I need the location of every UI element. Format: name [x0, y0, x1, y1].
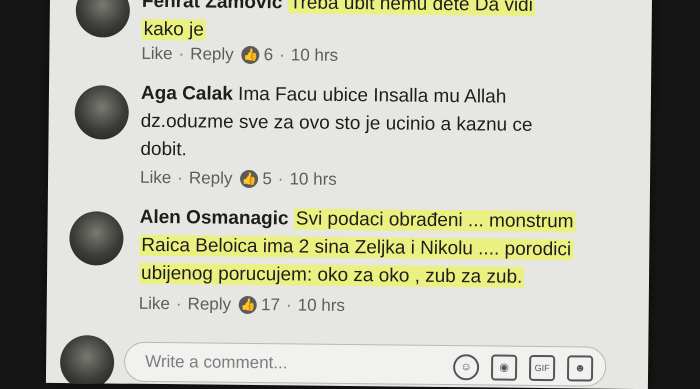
- comment-3: Alen Osmanagic Svi podaci obrađeni ... m…: [48, 203, 650, 315]
- smiley-icon[interactable]: ☺: [452, 354, 480, 381]
- reply-link[interactable]: Reply: [189, 168, 233, 188]
- reaction-like-icon[interactable]: 👍: [238, 295, 258, 315]
- comment-input-placeholder: Write a comment...: [145, 351, 288, 373]
- comment-body: Aga Calak Ima Facu ubice Insalla mu Alla…: [140, 80, 641, 169]
- comment-actions: Like · Reply 👍 5 · 10 hrs: [139, 167, 337, 189]
- reaction-like-icon[interactable]: 👍: [241, 45, 260, 65]
- comment-text: Raica Beloica ima 2 sina Zeljka i Nikolu…: [139, 234, 574, 261]
- timestamp[interactable]: 10 hrs: [298, 295, 345, 315]
- commenter-name[interactable]: Fehrat Zamovic: [142, 0, 283, 13]
- comment-thread: Fehrat Zamovic Treba ubit nemu dete Da v…: [45, 0, 653, 389]
- avatar[interactable]: [74, 85, 130, 140]
- comment-text: ubijenog porucujem: oko za oko , zub za …: [138, 262, 525, 288]
- commenter-name[interactable]: Aga Calak: [141, 83, 233, 105]
- comment-body: Fehrat Zamovic Treba ubit nemu dete Da v…: [141, 0, 642, 49]
- comment-actions: Like · Reply 👍 17 · 10 hrs: [138, 293, 346, 315]
- comment-actions: Like · Reply 👍 6 · 10 hrs: [141, 43, 339, 65]
- reaction-count[interactable]: 17: [261, 295, 280, 315]
- reaction-count[interactable]: 5: [262, 169, 272, 189]
- camera-icon[interactable]: ◉: [490, 354, 518, 381]
- comment-text: Treba ubit nemu dete Da vidi: [287, 0, 535, 16]
- timestamp[interactable]: 10 hrs: [291, 45, 338, 65]
- current-user-avatar: [59, 334, 115, 389]
- reaction-count[interactable]: 6: [264, 45, 274, 65]
- comment-body: Alen Osmanagic Svi podaci obrađeni ... m…: [138, 204, 640, 293]
- reply-link[interactable]: Reply: [190, 44, 234, 64]
- comment-2: Aga Calak Ima Facu ubice Insalla mu Alla…: [49, 79, 651, 189]
- comment-input[interactable]: Write a comment... ☺ ◉ GIF ☻: [123, 341, 607, 387]
- commenter-name[interactable]: Alen Osmanagic: [140, 207, 289, 230]
- comment-text: dobit.: [140, 138, 187, 161]
- like-link[interactable]: Like: [141, 44, 172, 64]
- reply-link[interactable]: Reply: [188, 294, 232, 314]
- reaction-like-icon[interactable]: 👍: [240, 169, 259, 189]
- avatar[interactable]: [75, 0, 131, 38]
- comment-text: Svi podaci obrađeni ... monstrum: [293, 208, 576, 233]
- gif-icon[interactable]: GIF: [528, 354, 556, 382]
- like-link[interactable]: Like: [139, 294, 170, 314]
- timestamp[interactable]: 10 hrs: [289, 169, 336, 189]
- comment-text: dz.oduzme sve za ovo sto je ucinio a kaz…: [140, 110, 533, 136]
- comment-text: Ima Facu ubice Insalla mu Allah: [238, 83, 507, 108]
- like-link[interactable]: Like: [140, 168, 171, 188]
- sticker-icon[interactable]: ☻: [566, 355, 594, 382]
- comment-text: kako je: [141, 18, 206, 41]
- avatar[interactable]: [69, 211, 124, 266]
